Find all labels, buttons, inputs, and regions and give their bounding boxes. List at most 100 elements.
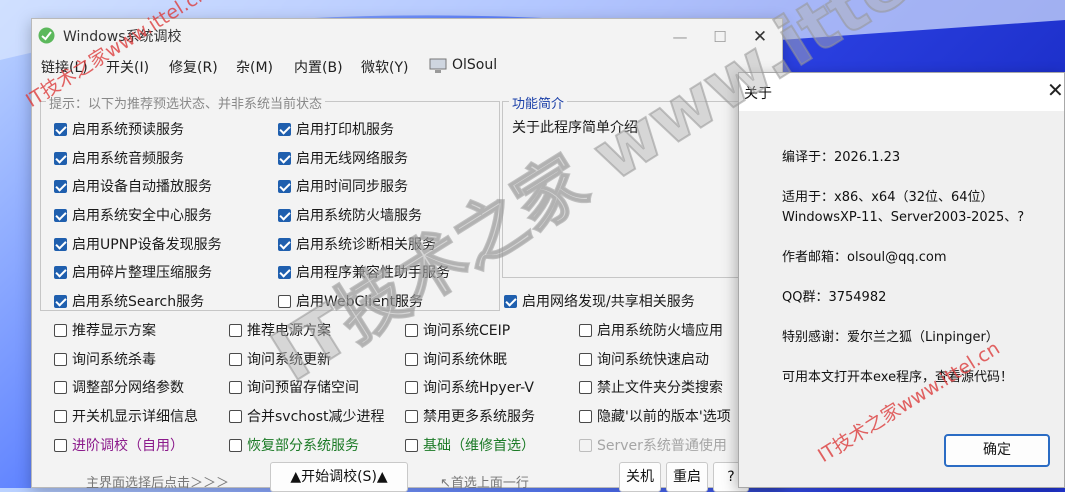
checkbox-box[interactable] xyxy=(54,352,67,366)
checkbox-box[interactable] xyxy=(278,208,291,222)
checkbox-label: Server系统普通使用 xyxy=(597,438,727,454)
checkbox-label: 启用系统预读服务 xyxy=(72,122,184,138)
checkbox-box[interactable] xyxy=(405,323,418,337)
checkbox-box[interactable] xyxy=(278,265,291,279)
about-close-icon[interactable]: ✕ xyxy=(1047,78,1064,102)
checkbox-label: 启用UPNP设备发现服务 xyxy=(72,237,222,253)
checkbox-folder-search[interactable]: 禁止文件夹分类搜索 xyxy=(579,377,723,397)
window-title: Windows系统调校 xyxy=(63,29,182,45)
menu-microsoft[interactable]: 微软(Y) xyxy=(361,57,408,77)
checkbox-box[interactable] xyxy=(54,380,67,394)
checkbox-update[interactable]: 询问系统更新 xyxy=(229,349,331,369)
checkbox-box[interactable] xyxy=(54,294,67,308)
checkbox-label: 启用时间同步服务 xyxy=(296,179,408,195)
checkbox-box[interactable] xyxy=(229,438,242,452)
checkbox-fast-startup[interactable]: 询问系统快速启动 xyxy=(579,349,709,369)
checkbox-box[interactable] xyxy=(405,409,418,423)
checkbox-security-center[interactable]: 启用系统安全中心服务 xyxy=(54,205,212,225)
checkbox-box[interactable] xyxy=(54,122,67,136)
checkbox-box[interactable] xyxy=(579,352,592,366)
checkbox-box[interactable] xyxy=(54,323,67,337)
checkbox-box[interactable] xyxy=(54,409,67,423)
checkbox-label: 推荐电源方案 xyxy=(247,323,331,339)
checkbox-wireless[interactable]: 启用无线网络服务 xyxy=(278,148,408,168)
checkbox-box[interactable] xyxy=(504,294,517,308)
checkbox-box[interactable] xyxy=(579,409,592,423)
checkbox-search[interactable]: 启用系统Search服务 xyxy=(54,291,204,311)
checkbox-prefetch[interactable]: 启用系统预读服务 xyxy=(54,119,184,139)
checkbox-box[interactable] xyxy=(405,380,418,394)
checkbox-box[interactable] xyxy=(229,380,242,394)
close-button[interactable]: ✕ xyxy=(740,23,780,51)
ok-button[interactable]: 确定 xyxy=(944,434,1050,467)
menu-switch[interactable]: 开关(I) xyxy=(106,57,149,77)
checkbox-box[interactable] xyxy=(229,323,242,337)
checkbox-advanced-tuning[interactable]: 进阶调校（自用） xyxy=(54,435,184,455)
checkbox-label: 启用系统防火墙服务 xyxy=(296,208,422,224)
checkbox-firewall[interactable]: 启用系统防火墙服务 xyxy=(278,205,422,225)
checkbox-box[interactable] xyxy=(54,237,67,251)
checkbox-box[interactable] xyxy=(405,352,418,366)
checkbox-time-sync[interactable]: 启用时间同步服务 xyxy=(278,176,408,196)
checkbox-box[interactable] xyxy=(54,208,67,222)
checkbox-box[interactable] xyxy=(54,179,67,193)
checkbox-firewall-app[interactable]: 启用系统防火墙应用 xyxy=(579,320,723,340)
checkbox-box[interactable] xyxy=(579,323,592,337)
checkbox-webclient[interactable]: 启用WebClient服务 xyxy=(278,291,423,311)
checkbox-basic[interactable]: 基础（维修首选） xyxy=(405,435,535,455)
checkbox-box[interactable] xyxy=(54,438,67,452)
checkbox-box[interactable] xyxy=(278,294,291,308)
checkbox-label: 启用WebClient服务 xyxy=(296,294,424,310)
checkbox-autoplay[interactable]: 启用设备自动播放服务 xyxy=(54,176,212,196)
checkbox-verbose-status[interactable]: 开关机显示详细信息 xyxy=(54,406,198,426)
checkbox-label: 启用系统防火墙应用 xyxy=(597,323,723,339)
checkbox-box[interactable] xyxy=(278,151,291,165)
checkbox-box[interactable] xyxy=(278,179,291,193)
checkbox-defrag[interactable]: 启用碎片整理压缩服务 xyxy=(54,262,212,282)
checkbox-compat-assistant[interactable]: 启用程序兼容性助手服务 xyxy=(278,262,450,282)
checkbox-hibernate[interactable]: 询问系统休眠 xyxy=(405,349,507,369)
checkbox-box[interactable] xyxy=(54,151,67,165)
checkbox-upnp[interactable]: 启用UPNP设备发现服务 xyxy=(54,234,222,254)
checkbox-printer[interactable]: 启用打印机服务 xyxy=(278,119,394,139)
checkbox-label: 启用无线网络服务 xyxy=(296,151,408,167)
about-applies-os: WindowsXP-11、Server2003-2025、? xyxy=(782,210,1025,225)
checkbox-label: 调整部分网络参数 xyxy=(72,380,184,396)
checkbox-hide-previous-versions[interactable]: 隐藏'以前的版本'选项 xyxy=(579,406,731,426)
main-window: Windows系统调校 — ☐ ✕ 链接(L) 开关(I) 修复(R) 杂(M)… xyxy=(31,18,783,492)
checkbox-reserved-storage[interactable]: 询问预留存储空间 xyxy=(229,377,359,397)
menu-repair[interactable]: 修复(R) xyxy=(169,57,218,77)
checkbox-box[interactable] xyxy=(229,352,242,366)
checkbox-box[interactable] xyxy=(278,122,291,136)
checkbox-diagnostics[interactable]: 启用系统诊断相关服务 xyxy=(278,234,436,254)
checkbox-box[interactable] xyxy=(278,237,291,251)
checkbox-display-scheme[interactable]: 推荐显示方案 xyxy=(54,320,156,340)
checkbox-power-scheme[interactable]: 推荐电源方案 xyxy=(229,320,331,340)
checkbox-restore-services[interactable]: 恢复部分系统服务 xyxy=(229,435,359,455)
checkbox-disable-more-services[interactable]: 禁用更多系统服务 xyxy=(405,406,535,426)
checkbox-label: 启用网络发现/共享相关服务 xyxy=(522,294,695,310)
checkbox-label: 开关机显示详细信息 xyxy=(72,409,198,425)
checkbox-box[interactable] xyxy=(54,265,67,279)
checkbox-box[interactable] xyxy=(405,438,418,452)
checkbox-label: 启用系统音频服务 xyxy=(72,151,184,167)
checkbox-network-discovery[interactable]: 启用网络发现/共享相关服务 xyxy=(504,291,695,311)
checkbox-audio[interactable]: 启用系统音频服务 xyxy=(54,148,184,168)
about-source: 可用本文打开本exe程序，查看源代码！ xyxy=(782,370,1014,385)
maximize-button[interactable]: ☐ xyxy=(700,23,740,51)
checkbox-antivirus[interactable]: 询问系统杀毒 xyxy=(54,349,156,369)
minimize-button[interactable]: — xyxy=(660,23,700,51)
menu-links[interactable]: 链接(L) xyxy=(41,57,88,77)
checkbox-network-params[interactable]: 调整部分网络参数 xyxy=(54,377,184,397)
menu-olsoul[interactable]: OlSoul xyxy=(452,57,497,73)
bottom-hint-left: 主界面选择后点击＞＞＞ xyxy=(86,476,230,491)
checkbox-box[interactable] xyxy=(229,409,242,423)
app-logo-icon xyxy=(38,27,55,44)
checkbox-box[interactable] xyxy=(579,380,592,394)
menu-misc[interactable]: 杂(M) xyxy=(236,57,273,77)
checkbox-hyperv[interactable]: 询问系统Hpyer-V xyxy=(405,377,534,397)
checkbox-label: 启用系统安全中心服务 xyxy=(72,208,212,224)
menu-builtin[interactable]: 内置(B) xyxy=(294,57,343,77)
checkbox-svchost[interactable]: 合并svchost减少进程 xyxy=(229,406,385,426)
checkbox-ceip[interactable]: 询问系统CEIP xyxy=(405,320,510,340)
